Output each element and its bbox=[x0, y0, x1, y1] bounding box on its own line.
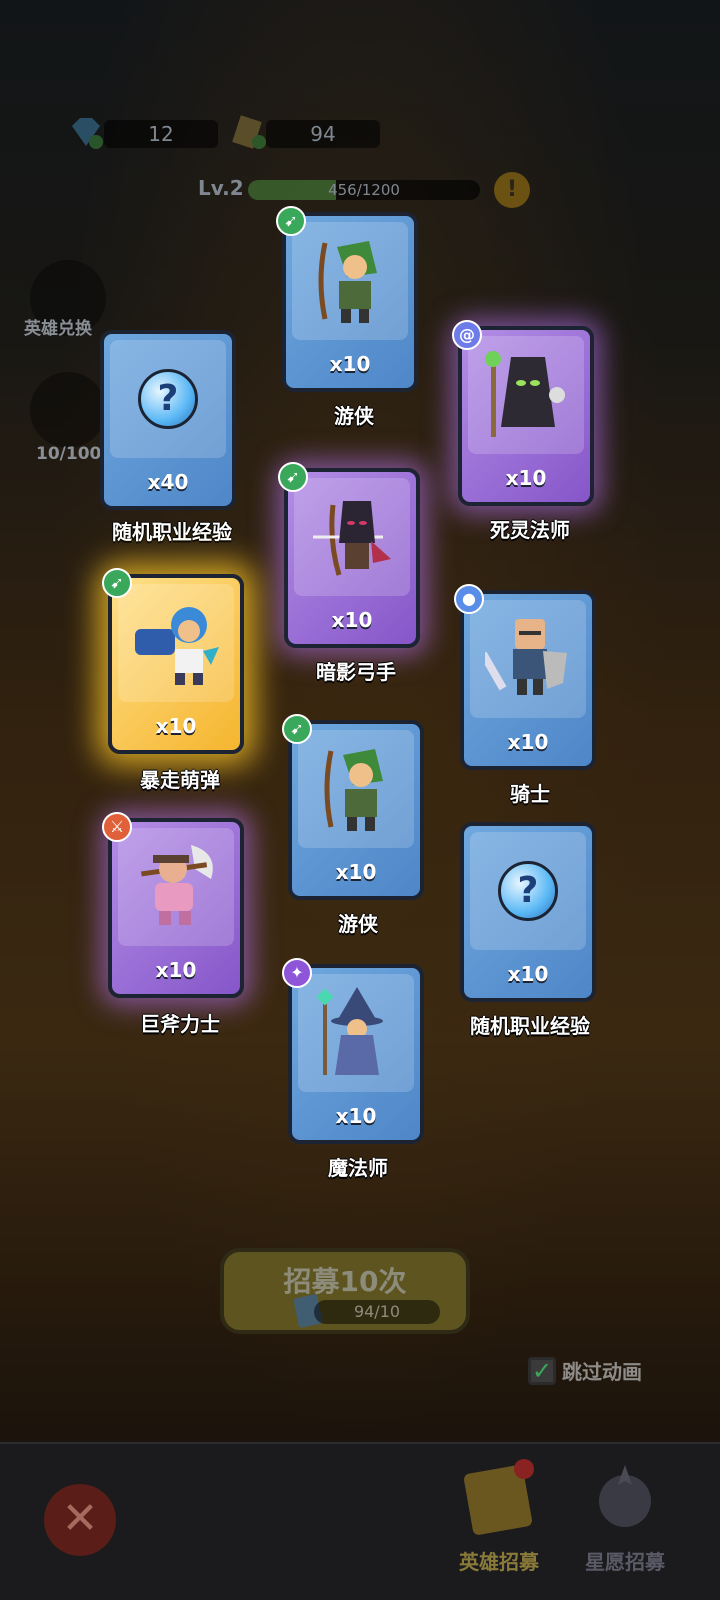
warning-icon[interactable]: ! bbox=[494, 172, 530, 208]
card-portrait: ? bbox=[110, 340, 226, 458]
mage-hero-icon bbox=[316, 987, 383, 1075]
tab-wish-recruit-label: 星愿招募 bbox=[585, 1550, 665, 1574]
card-name: 暗影弓手 bbox=[316, 660, 396, 684]
card-name: 暴走萌弹 bbox=[140, 768, 220, 792]
sword-icon: ⚔ bbox=[102, 812, 132, 842]
card-name: 魔法师 bbox=[328, 1156, 388, 1180]
gem-counter: 12 bbox=[104, 120, 218, 148]
close-button[interactable]: ✕ bbox=[44, 1484, 116, 1556]
bow-icon: ➹ bbox=[102, 568, 132, 598]
recruit-cost: 94/10 bbox=[314, 1300, 440, 1324]
wish-icon bbox=[599, 1465, 651, 1527]
reward-card[interactable]: @ x10 bbox=[452, 320, 594, 506]
card-name: 随机职业经验 bbox=[470, 1014, 590, 1038]
card-quantity: x10 bbox=[507, 730, 549, 754]
star-button[interactable] bbox=[30, 372, 106, 448]
card-name: 游侠 bbox=[334, 404, 374, 428]
card-portrait bbox=[468, 336, 584, 454]
shadow-archer-hero-icon bbox=[313, 501, 391, 576]
gem-count: 12 bbox=[148, 122, 174, 146]
card-portrait bbox=[292, 222, 408, 340]
wand-icon: ✦ bbox=[282, 958, 312, 988]
ranger-hero-icon bbox=[318, 241, 377, 323]
reward-card[interactable]: ? x40 bbox=[100, 330, 236, 510]
card-quantity: x10 bbox=[507, 962, 549, 986]
reward-card[interactable]: ➹ x10 bbox=[276, 206, 418, 392]
card-quantity: x10 bbox=[155, 714, 197, 738]
knight-hero-icon bbox=[485, 619, 567, 695]
card-quantity: x10 bbox=[329, 352, 371, 376]
star-count: 10/100 bbox=[36, 444, 102, 464]
card-name: 死灵法师 bbox=[490, 518, 570, 542]
spiral-icon: @ bbox=[452, 320, 482, 350]
card-quantity: x10 bbox=[155, 958, 197, 982]
card-name: 随机职业经验 bbox=[112, 520, 232, 544]
tab-wish-recruit[interactable]: 星愿招募 bbox=[570, 1455, 680, 1575]
card-quantity: x10 bbox=[335, 1104, 377, 1128]
card-name: 巨斧力士 bbox=[140, 1012, 220, 1036]
ticket-icon bbox=[232, 115, 266, 149]
xp-text: 456/1200 bbox=[328, 181, 400, 199]
checkbox[interactable]: ✓ bbox=[528, 1356, 556, 1385]
card-quantity: x10 bbox=[505, 466, 547, 490]
reward-card[interactable]: ✦ x10 bbox=[282, 958, 424, 1144]
question-icon: ? bbox=[138, 369, 198, 429]
paw-icon: ● bbox=[454, 584, 484, 614]
gem-icon bbox=[72, 118, 103, 149]
tab-hero-recruit[interactable]: 英雄招募 bbox=[444, 1455, 554, 1575]
card-quantity: x40 bbox=[147, 470, 189, 494]
ticket-counter: 94 bbox=[266, 120, 380, 148]
reward-card[interactable]: ➹ x10 bbox=[278, 462, 420, 648]
player-level: Lv.2 bbox=[198, 176, 244, 200]
card-portrait bbox=[298, 974, 414, 1092]
reward-card[interactable]: ⚔ x10 bbox=[102, 812, 244, 998]
bow-icon: ➹ bbox=[278, 462, 308, 492]
ranger-hero-icon bbox=[324, 749, 383, 831]
bow-icon: ➹ bbox=[282, 714, 312, 744]
necromancer-hero-icon bbox=[485, 351, 565, 437]
skip-animation-toggle[interactable]: ✓ 跳过动画 bbox=[528, 1356, 642, 1385]
recruit-10-button[interactable]: 招募10次 94/10 bbox=[220, 1248, 470, 1334]
card-portrait: ? bbox=[470, 832, 586, 950]
card-portrait bbox=[118, 828, 234, 946]
card-name: 游侠 bbox=[338, 912, 378, 936]
tab-hero-recruit-label: 英雄招募 bbox=[459, 1550, 539, 1574]
xp-bar: 456/1200 bbox=[248, 180, 480, 200]
scroll-icon bbox=[464, 1459, 534, 1535]
axeman-hero-icon bbox=[141, 845, 213, 925]
gunner-hero-icon bbox=[135, 607, 219, 685]
card-portrait bbox=[118, 584, 234, 702]
recruit-label: 招募10次 bbox=[283, 1265, 407, 1298]
card-portrait bbox=[470, 600, 586, 718]
ticket-count: 94 bbox=[310, 122, 336, 146]
card-quantity: x10 bbox=[335, 860, 377, 884]
card-portrait bbox=[294, 478, 410, 596]
card-quantity: x10 bbox=[331, 608, 373, 632]
bow-icon: ➹ bbox=[276, 206, 306, 236]
card-portrait bbox=[298, 730, 414, 848]
card-name: 骑士 bbox=[510, 782, 550, 806]
reward-card[interactable]: ? x10 bbox=[460, 822, 596, 1002]
hero-exchange-label: 英雄兑换 bbox=[24, 319, 92, 339]
reward-card[interactable]: ➹ x10 bbox=[282, 714, 424, 900]
question-icon: ? bbox=[498, 861, 558, 921]
skip-animation-label: 跳过动画 bbox=[562, 1360, 642, 1384]
reward-card[interactable]: ● x10 bbox=[454, 584, 596, 770]
reward-card[interactable]: ➹ x10 bbox=[102, 568, 244, 754]
